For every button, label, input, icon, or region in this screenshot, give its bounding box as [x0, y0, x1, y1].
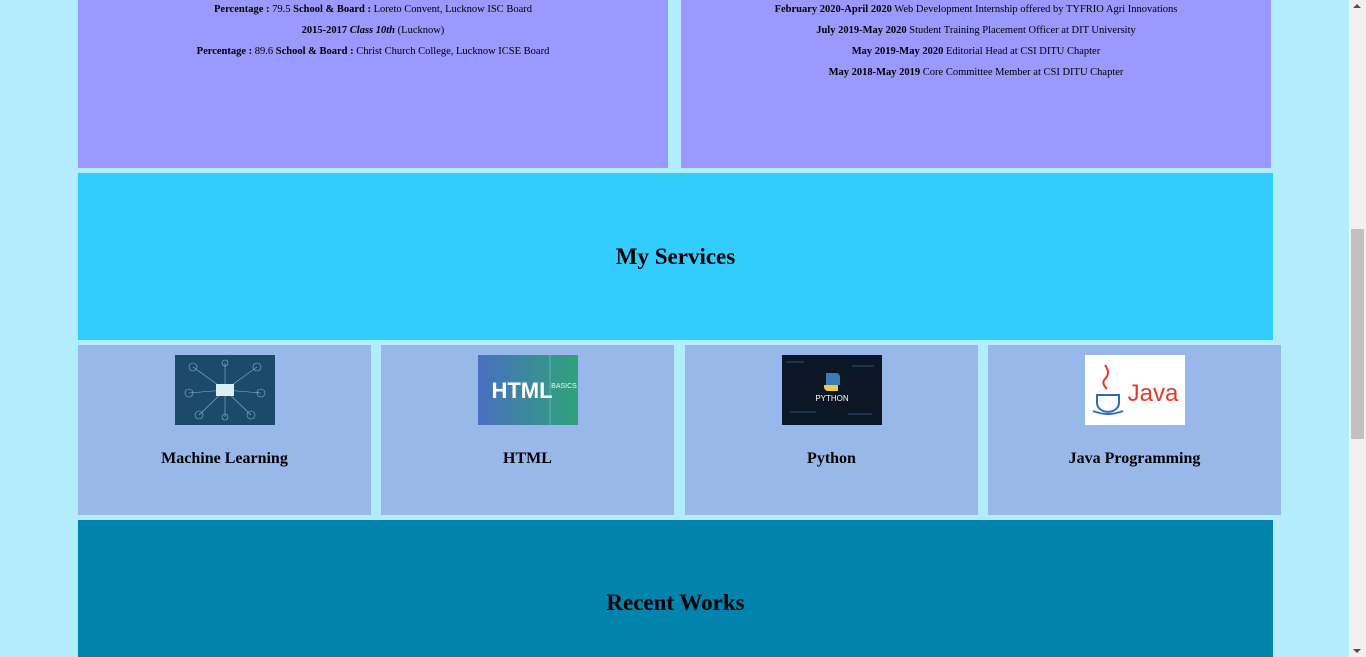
recent-works-title: Recent Works	[606, 590, 745, 615]
svg-text:Java: Java	[1128, 380, 1179, 407]
vertical-scrollbar[interactable]	[1349, 0, 1366, 657]
period: July 2019-May 2020	[816, 25, 907, 36]
description: Student Training Placement Officer at DI…	[906, 25, 1136, 36]
label: School & Board :	[275, 46, 354, 57]
service-title: Java Programming	[1068, 450, 1201, 467]
experience-line: May 2018-May 2019 Core Committee Member …	[681, 67, 1271, 78]
svg-text:HTML: HTML	[491, 378, 552, 403]
service-card-java[interactable]: Java Java Programming	[988, 345, 1281, 515]
label: School & Board :	[293, 4, 371, 15]
period: February 2020-April 2020	[774, 4, 892, 15]
services-title: My Services	[615, 243, 736, 269]
java-logo-image: Java	[1085, 355, 1185, 425]
value: Loreto Convent, Lucknow ISC Board	[371, 4, 532, 15]
description: Editorial Head at CSI DITU Chapter	[943, 46, 1101, 57]
period: May 2019-May 2020	[851, 46, 944, 57]
scroll-up-arrow-icon[interactable]	[1353, 4, 1361, 8]
svg-text:BASICS: BASICS	[551, 383, 577, 390]
service-card-python[interactable]: PYTHON Python	[685, 345, 978, 515]
label: Percentage :	[196, 46, 253, 57]
description: Core Committee Member at CSI DITU Chapte…	[920, 67, 1124, 78]
education-line: Percentage : 89.6 School & Board : Chris…	[78, 46, 668, 57]
service-title: Machine Learning	[161, 450, 288, 467]
recent-works-banner: Recent Works	[78, 520, 1273, 657]
experience-line: May 2019-May 2020 Editorial Head at CSI …	[681, 46, 1271, 57]
service-title: HTML	[503, 450, 552, 467]
service-card-machine-learning[interactable]: Machine Learning	[78, 345, 371, 515]
svg-text:PYTHON: PYTHON	[815, 394, 849, 403]
period: May 2018-May 2019	[828, 67, 921, 78]
scrollbar-thumb[interactable]	[1351, 229, 1364, 439]
services-banner: My Services	[78, 173, 1273, 340]
scroll-down-arrow-icon[interactable]	[1353, 649, 1361, 653]
experience-panel: February 2020-April 2020 Web Development…	[681, 0, 1271, 168]
service-card-html[interactable]: HTML BASICS HTML	[381, 345, 674, 515]
value: 79.5	[269, 4, 294, 15]
python-image: PYTHON	[782, 355, 882, 425]
html-image: HTML BASICS	[478, 355, 578, 425]
education-panel: Percentage : 79.5 School & Board : Loret…	[78, 0, 668, 168]
year-range: 2015-2017	[301, 25, 348, 36]
label: Percentage :	[214, 4, 270, 15]
education-line: 2015-2017 Class 10th (Lucknow)	[78, 25, 668, 36]
experience-line: July 2019-May 2020 Student Training Plac…	[681, 25, 1271, 36]
service-title: Python	[807, 450, 856, 467]
experience-line: February 2020-April 2020 Web Development…	[681, 4, 1271, 15]
value: 89.6	[252, 46, 276, 57]
description: Web Development Internship offered by TY…	[891, 4, 1178, 15]
machine-learning-image	[175, 355, 275, 425]
location: (Lucknow)	[395, 25, 445, 36]
class-label: Class 10th	[349, 25, 396, 36]
education-line: Percentage : 79.5 School & Board : Loret…	[78, 4, 668, 15]
value: Christ Church College, Lucknow ICSE Boar…	[353, 46, 550, 57]
